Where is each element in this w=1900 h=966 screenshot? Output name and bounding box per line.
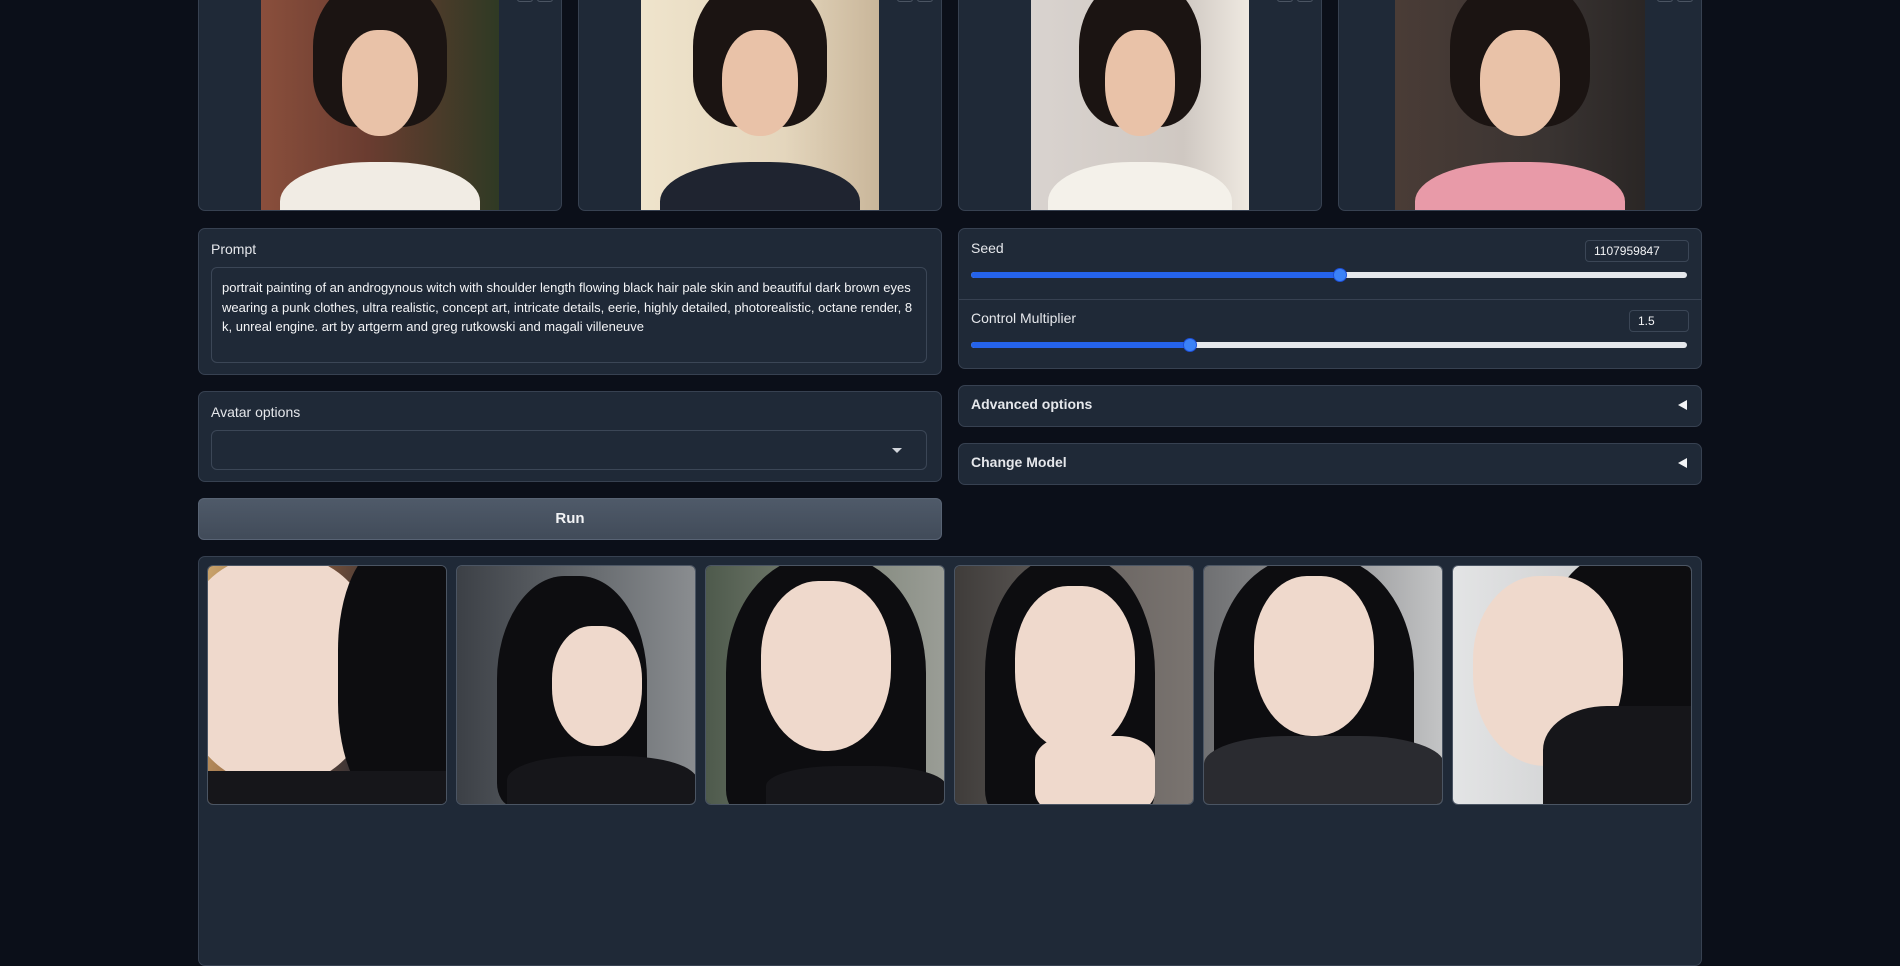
seed-slider-fill [971, 272, 1341, 278]
clear-icon[interactable] [1297, 0, 1313, 2]
control-multiplier-label: Control Multiplier [971, 310, 1077, 326]
chevron-down-icon [892, 448, 902, 453]
prompt-textarea[interactable]: portrait painting of an androgynous witc… [211, 267, 927, 363]
seed-slider-thumb[interactable] [1333, 268, 1348, 282]
seed-number-input[interactable]: 1107959847 [1585, 240, 1689, 262]
input-image-card-3[interactable] [958, 0, 1322, 211]
input-image-card-1[interactable] [198, 0, 562, 211]
control-multiplier-slider-fill [971, 342, 1191, 348]
gallery-image-3[interactable] [705, 565, 945, 805]
avatar-options-panel: Avatar options [198, 391, 942, 482]
gallery-image-4[interactable] [954, 565, 1194, 805]
download-icon[interactable] [517, 0, 533, 2]
input-image-2 [641, 0, 879, 210]
run-button[interactable]: Run [198, 498, 942, 540]
gallery-image-6[interactable] [1452, 565, 1692, 805]
clear-icon[interactable] [537, 0, 553, 2]
gallery-image-5[interactable] [1203, 565, 1443, 805]
input-image-1 [261, 0, 499, 210]
control-multiplier-slider-thumb[interactable] [1183, 338, 1198, 352]
collapse-arrow-icon [1678, 458, 1687, 468]
sliders-panel: Seed 1107959847 Control Multiplier 1.5 [958, 228, 1702, 369]
avatar-options-label: Avatar options [211, 404, 301, 420]
change-model-accordion[interactable]: Change Model [958, 443, 1702, 485]
gallery-image-2[interactable] [456, 565, 696, 805]
avatar-options-dropdown[interactable] [211, 430, 927, 470]
download-icon[interactable] [1277, 0, 1293, 2]
prompt-panel: Prompt portrait painting of an androgyno… [198, 228, 942, 375]
advanced-options-accordion[interactable]: Advanced options [958, 385, 1702, 427]
prompt-label: Prompt [211, 241, 257, 257]
gallery-image-1[interactable] [207, 565, 447, 805]
advanced-options-label: Advanced options [971, 396, 1093, 412]
control-multiplier-slider[interactable] [971, 338, 1687, 352]
input-image-4 [1395, 0, 1645, 210]
clear-icon[interactable] [1677, 0, 1693, 2]
input-image-card-2[interactable] [578, 0, 942, 211]
input-image-3 [1031, 0, 1249, 210]
collapse-arrow-icon [1678, 400, 1687, 410]
clear-icon[interactable] [917, 0, 933, 2]
seed-slider[interactable] [971, 268, 1687, 282]
download-icon[interactable] [897, 0, 913, 2]
change-model-label: Change Model [971, 454, 1067, 470]
control-multiplier-number-input[interactable]: 1.5 [1629, 310, 1689, 332]
seed-label: Seed [971, 240, 1004, 256]
download-icon[interactable] [1657, 0, 1673, 2]
input-image-card-4[interactable] [1338, 0, 1702, 211]
